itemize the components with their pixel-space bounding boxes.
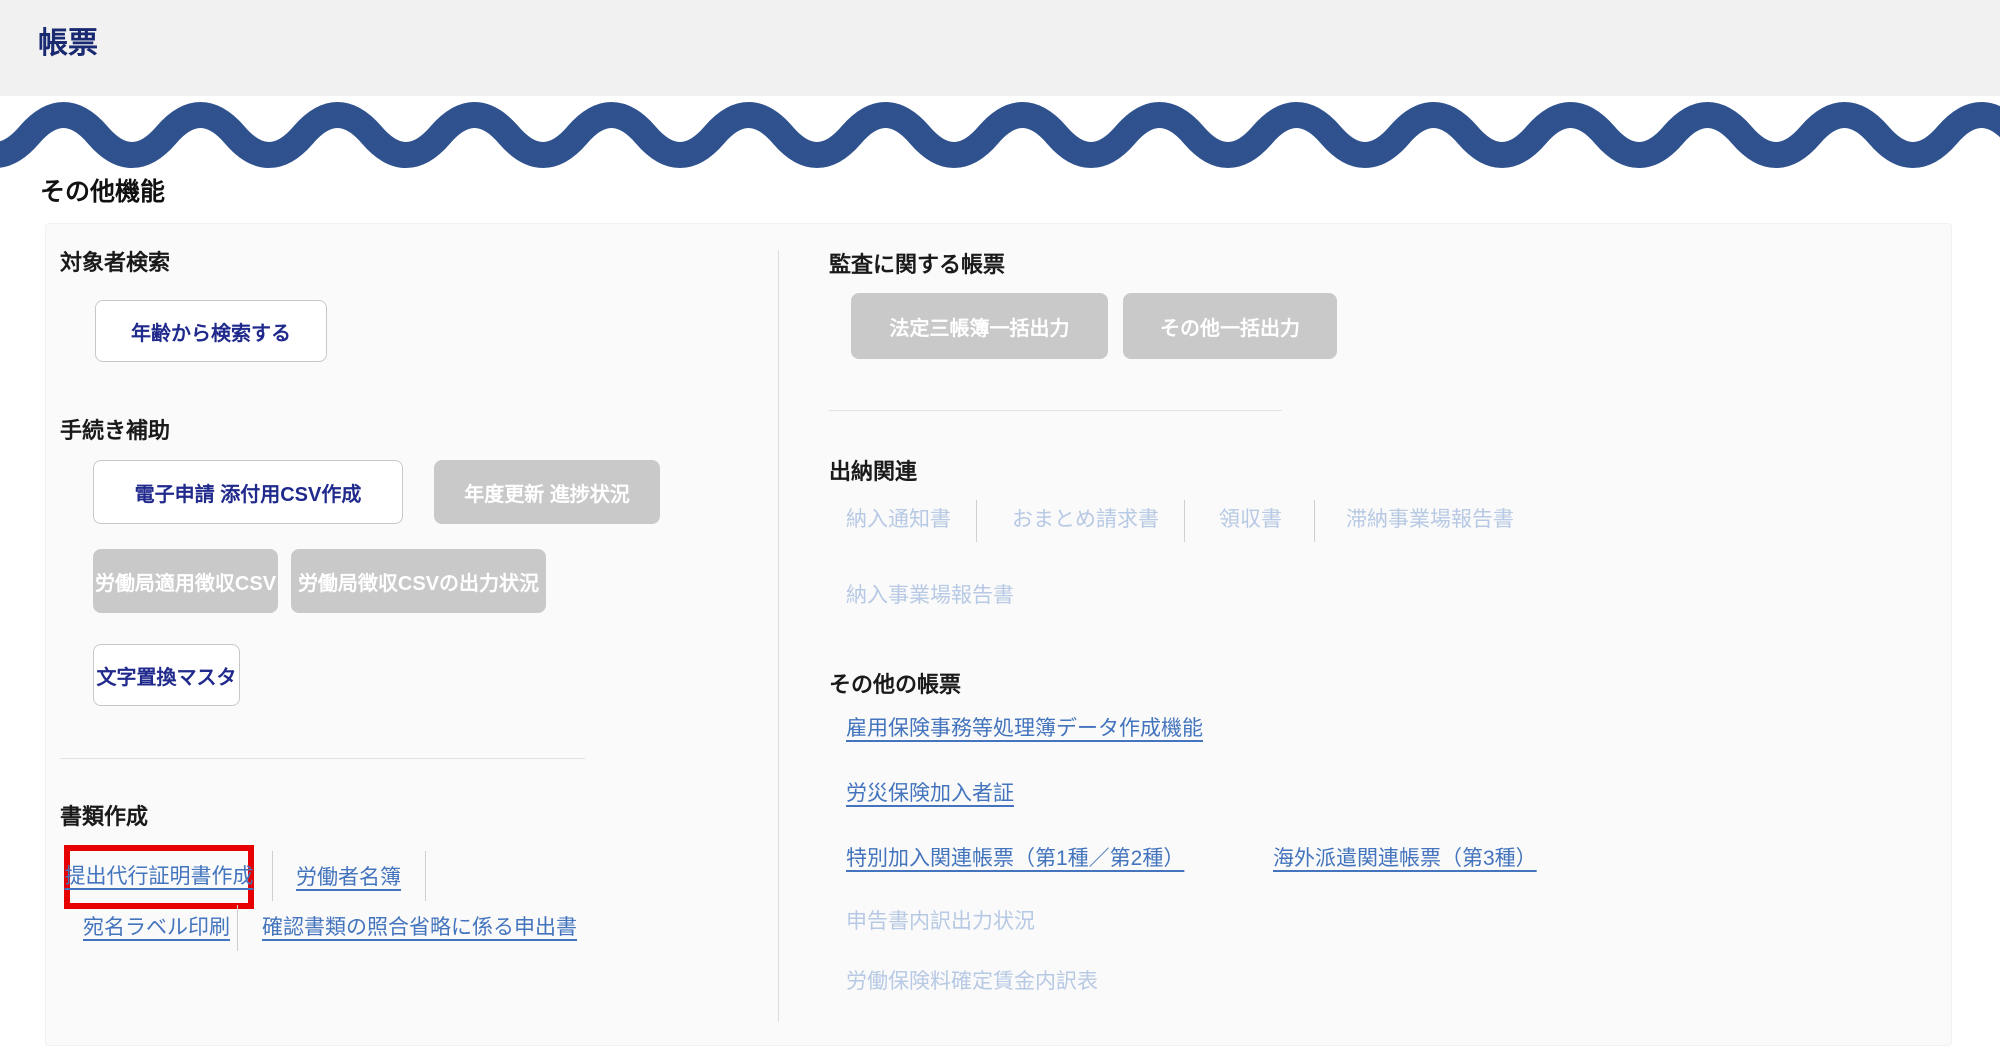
separator <box>237 905 238 951</box>
link-verification-omission-request[interactable]: 確認書類の照合省略に係る申出書 <box>262 914 577 941</box>
statutory-ledgers-batch-output-button: 法定三帳簿一括出力 <box>851 293 1108 359</box>
labor-bureau-csv-status-button: 労働局徴収CSVの出力状況 <box>291 549 546 613</box>
separator <box>976 500 977 542</box>
left-divider <box>60 758 585 759</box>
header-bar: 帳票 <box>0 0 2000 96</box>
highlight-box: 提出代行証明書作成 <box>64 845 254 909</box>
other-forms-section-heading: その他の帳票 <box>829 672 962 697</box>
link-combined-invoice: おまとめ請求書 <box>1012 508 1159 531</box>
separator <box>1314 500 1315 542</box>
link-payment-notice: 納入通知書 <box>846 508 951 531</box>
link-return-breakdown-status: 申告書内訳出力状況 <box>846 910 1035 933</box>
cashier-section-heading: 出納関連 <box>829 459 918 484</box>
link-address-label-print[interactable]: 宛名ラベル印刷 <box>83 914 230 941</box>
other-batch-output-button: その他一括出力 <box>1123 293 1337 359</box>
audit-section-heading: 監査に関する帳票 <box>829 252 1006 277</box>
section-title: その他機能 <box>40 178 166 206</box>
documents-section-heading: 書類作成 <box>60 804 149 829</box>
separator <box>1184 500 1185 542</box>
link-payment-workplace-report: 納入事業場報告書 <box>846 584 1014 607</box>
procedure-section-heading: 手続き補助 <box>60 418 171 443</box>
annual-update-progress-button: 年度更新 進捗状況 <box>434 460 660 524</box>
search-by-age-button[interactable]: 年齢から検索する <box>95 300 327 362</box>
char-replace-master-button[interactable]: 文字置換マスタ <box>93 644 240 706</box>
separator <box>425 851 426 901</box>
link-receipt: 領収書 <box>1219 508 1282 531</box>
csv-for-eapplication-button[interactable]: 電子申請 添付用CSV作成 <box>93 460 403 524</box>
labor-bureau-apply-csv-button: 労働局適用徴収CSV <box>93 549 278 613</box>
link-wage-breakdown-table: 労働保険料確定賃金内訳表 <box>846 970 1098 993</box>
link-worker-roster[interactable]: 労働者名簿 <box>296 864 401 891</box>
separator <box>272 851 273 901</box>
link-special-enrollment-forms[interactable]: 特別加入関連帳票（第1種／第2種） <box>846 845 1184 872</box>
wave-divider <box>0 102 2000 168</box>
forms-page: 帳票 その他機能 対象者検索 年齢から検索する 手続き補助 電子申請 添付用CS… <box>0 0 2000 1059</box>
right-divider <box>829 410 1282 411</box>
page-title: 帳票 <box>38 27 98 60</box>
link-rosai-insurance-card[interactable]: 労災保険加入者証 <box>846 780 1014 807</box>
column-divider <box>778 250 779 1022</box>
link-overseas-dispatch-forms[interactable]: 海外派遣関連帳票（第3種） <box>1273 845 1537 872</box>
search-section-heading: 対象者検索 <box>60 250 171 275</box>
link-delinquent-workplace-report: 滞納事業場報告書 <box>1346 508 1514 531</box>
link-employment-insurance-data-tool[interactable]: 雇用保険事務等処理簿データ作成機能 <box>846 715 1203 742</box>
link-submission-proxy-cert[interactable]: 提出代行証明書作成 <box>65 863 254 890</box>
